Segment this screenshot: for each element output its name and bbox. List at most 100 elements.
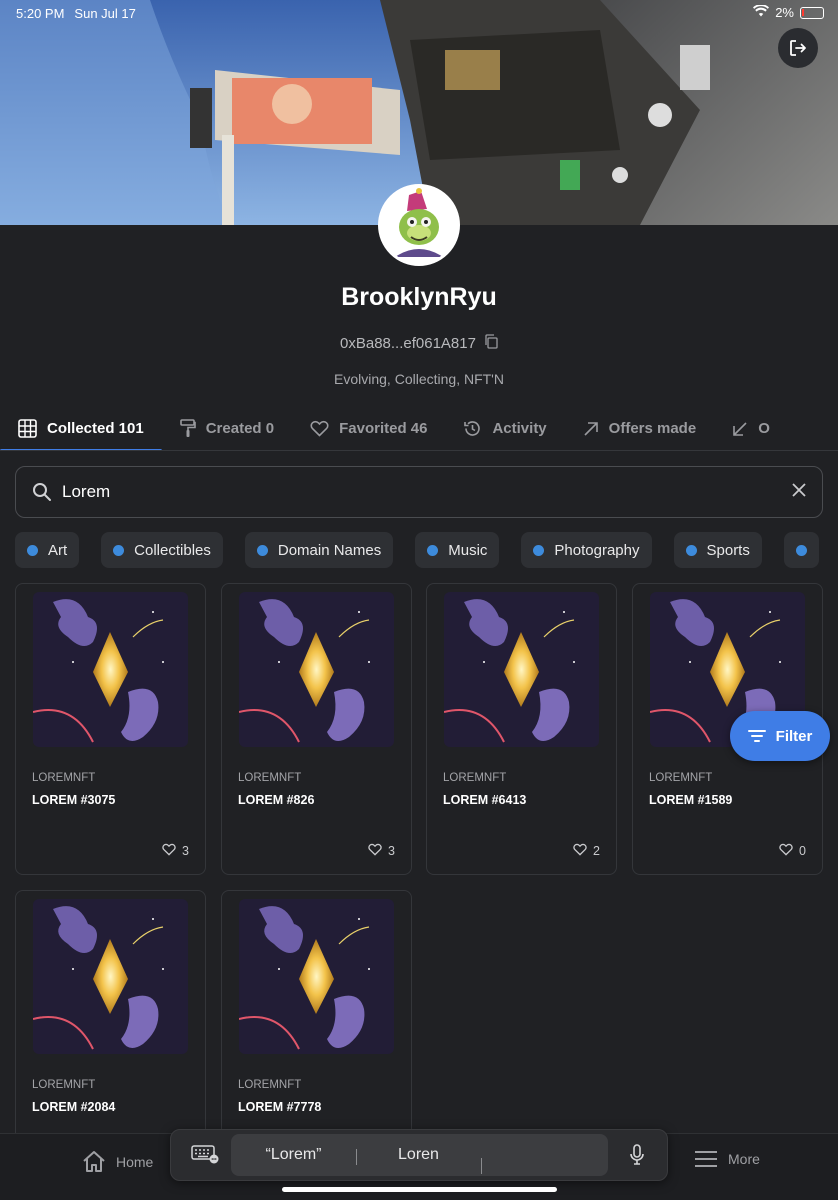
collectibles-icon (113, 544, 125, 556)
filter-icon (747, 730, 766, 742)
nav-more[interactable]: More (694, 1150, 760, 1168)
category-chip-domain-names[interactable]: Domain Names (244, 532, 394, 568)
tab-offers-received[interactable]: O (714, 406, 788, 450)
category-chip-sports[interactable]: Sports (673, 532, 762, 568)
nft-name: LOREM #826 (238, 793, 315, 807)
tab-label: O (758, 420, 770, 437)
tab-label: Activity (492, 420, 547, 437)
nft-collection: LOREMNFT (238, 772, 302, 784)
search-bar (15, 466, 823, 518)
nft-name: LOREM #1589 (649, 793, 733, 807)
tab-label: Offers made (608, 420, 697, 437)
category-chip-art[interactable]: Art (15, 532, 80, 568)
nft-image (444, 592, 599, 747)
nft-image (33, 899, 188, 1054)
favorite-count[interactable]: 0 (779, 843, 806, 859)
nft-name: LOREM #2084 (32, 1100, 116, 1114)
favorite-count[interactable]: 3 (162, 843, 189, 859)
chip-label: Sports (706, 541, 750, 559)
favorite-count-value: 0 (799, 844, 806, 858)
heart-icon (162, 843, 176, 859)
nft-card[interactable]: LOREMNFT LOREM #3075 3 (15, 583, 206, 875)
microphone-icon[interactable] (629, 1144, 645, 1171)
camera-icon (533, 544, 545, 556)
art-icon (27, 544, 38, 556)
wifi-icon (753, 4, 770, 20)
nav-more-label: More (728, 1151, 760, 1167)
nft-name: LOREM #7778 (238, 1100, 322, 1114)
suggestion-list: “Lorem” Loren (231, 1134, 608, 1176)
profile-tabs: Collected 101 Created 0 Favorited 46 Act… (0, 406, 838, 451)
suggestion-item[interactable]: Loren (356, 1146, 481, 1165)
search-input[interactable] (62, 482, 792, 502)
nft-collection: LOREMNFT (443, 772, 507, 784)
battery-percent: 2% (775, 5, 794, 20)
chip-label: Collectibles (134, 541, 211, 559)
nft-collection: LOREMNFT (32, 772, 96, 784)
nft-card[interactable]: LOREMNFT LOREM #826 3 (221, 583, 412, 875)
status-date: Sun Jul 17 (74, 5, 136, 21)
keyboard-suggestion-bar: “Lorem” Loren (170, 1129, 668, 1181)
nft-image (239, 592, 394, 747)
heart-icon (779, 843, 793, 859)
profile-username: BrooklynRyu (341, 283, 497, 311)
tab-favorited[interactable]: Favorited 46 (292, 406, 445, 450)
logout-button[interactable] (778, 28, 818, 68)
nft-collection: LOREMNFT (238, 1079, 302, 1091)
search-icon (33, 483, 51, 501)
domain-names-icon (256, 544, 268, 556)
status-indicators: 2% (753, 4, 824, 20)
nft-collection: LOREMNFT (32, 1079, 96, 1091)
favorite-count[interactable]: 2 (573, 843, 600, 859)
category-chip-photography[interactable]: Photography (521, 532, 652, 568)
tab-label: Favorited 46 (339, 420, 428, 437)
category-chip-more[interactable] (783, 532, 819, 568)
home-indicator[interactable] (282, 1187, 557, 1192)
grid-icon (18, 419, 37, 438)
chip-label: Domain Names (277, 541, 382, 559)
favorite-count[interactable]: 3 (368, 843, 395, 859)
status-time: 5:20 PM (16, 5, 65, 21)
nft-collection: LOREMNFT (649, 772, 713, 784)
heart-icon (310, 420, 329, 437)
history-icon (464, 421, 481, 436)
music-icon (427, 544, 439, 556)
nft-name: LOREM #6413 (443, 793, 527, 807)
battery-icon (800, 6, 824, 19)
category-chip-collectibles[interactable]: Collectibles (101, 532, 223, 568)
avatar[interactable] (378, 184, 460, 266)
tab-label: Created 0 (205, 420, 275, 437)
category-chip-music[interactable]: Music (415, 532, 500, 568)
tab-collected[interactable]: Collected 101 (0, 406, 162, 450)
arrow-up-right-icon (584, 421, 598, 436)
wallet-address: 0xBa88...ef061A817 (0, 334, 838, 353)
favorite-count-value: 3 (182, 844, 189, 858)
profile-bio: Evolving, Collecting, NFT'N (334, 371, 504, 387)
tab-created[interactable]: Created 0 (162, 406, 292, 450)
home-icon (83, 1151, 105, 1172)
menu-icon (695, 1151, 717, 1167)
tab-offers-made[interactable]: Offers made (565, 406, 715, 450)
nft-image (239, 899, 394, 1054)
keyboard-icon[interactable] (191, 1144, 219, 1169)
copy-icon[interactable] (484, 334, 498, 353)
wallet-address-text: 0xBa88...ef061A817 (340, 335, 476, 352)
suggestion-item[interactable]: “Lorem” (231, 1146, 356, 1164)
filter-label: Filter (775, 727, 813, 745)
category-icon (795, 544, 807, 556)
heart-icon (368, 843, 382, 859)
chip-label: Art (48, 541, 68, 559)
tab-activity[interactable]: Activity (445, 406, 564, 450)
logout-icon (790, 40, 806, 56)
nft-card[interactable]: LOREMNFT LOREM #6413 2 (426, 583, 617, 875)
clear-search-icon[interactable] (792, 482, 806, 502)
category-filters: Art Collectibles Domain Names Music Phot… (15, 532, 838, 568)
favorite-count-value: 2 (593, 844, 600, 858)
heart-icon (573, 843, 587, 859)
nav-home[interactable]: Home (82, 1150, 153, 1173)
nft-image (33, 592, 188, 747)
sports-icon (685, 544, 697, 556)
chip-label: Photography (554, 541, 640, 559)
filter-button[interactable]: Filter (730, 711, 830, 761)
tab-label: Collected 101 (47, 420, 144, 437)
